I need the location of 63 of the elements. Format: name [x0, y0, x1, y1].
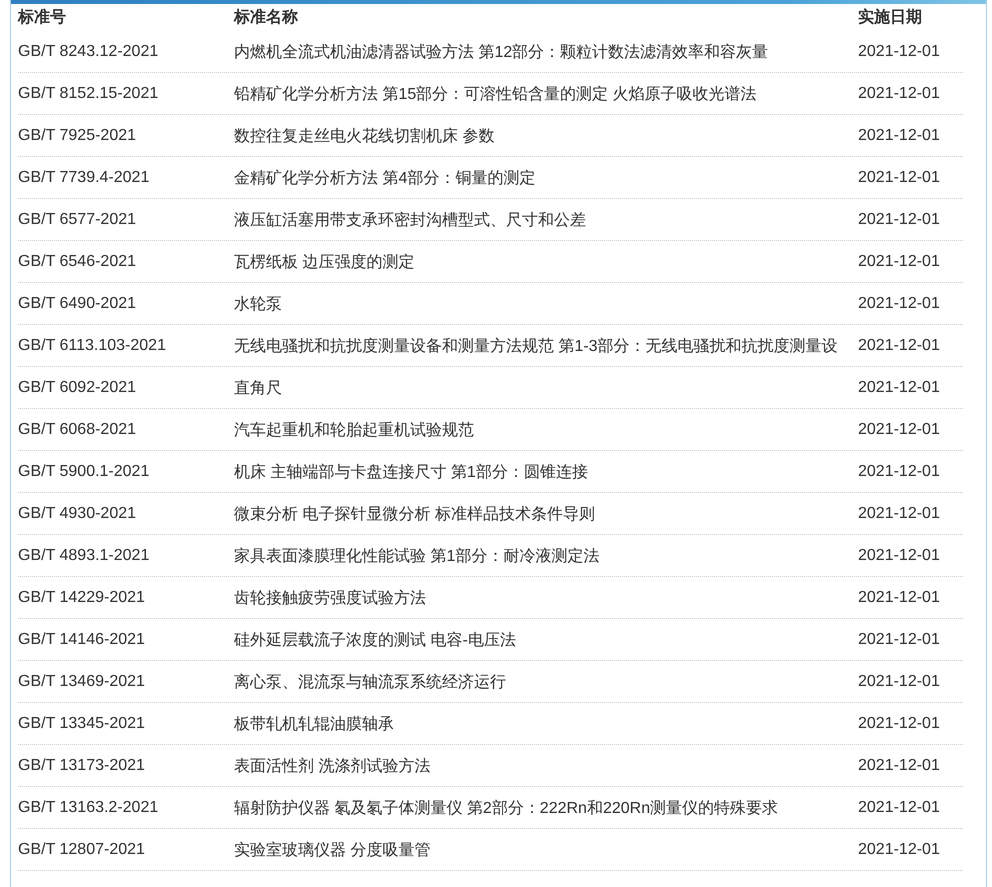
table-cell-text: 汽车起重机和轮胎起重机试验规范 [234, 420, 474, 441]
table-cell-text: 2021-12-01 [858, 462, 940, 482]
table-cell-text: 铅精矿化学分析方法 第15部分：可溶性铅含量的测定 火焰原子吸收光谱法 [234, 84, 757, 105]
table-cell-text: 2021-12-01 [858, 210, 940, 230]
table-cell-text: 2021-12-01 [858, 840, 940, 860]
table-cell-text: 2021-12-01 [858, 798, 940, 818]
table-cell-text: 机床 主轴端部与卡盘连接尺寸 第1部分：圆锥连接 [234, 462, 588, 483]
table-cell-text: GB/T 7739.4-2021 [18, 168, 150, 188]
table-cell-text: 金精矿化学分析方法 第4部分：铜量的测定 [234, 168, 536, 189]
table-cell-text: 2021-12-01 [858, 168, 940, 188]
table-cell-text: GB/T 6113.103-2021 [18, 336, 166, 356]
table-cell-text: GB/T 13163.2-2021 [18, 798, 158, 818]
table-cell-text: 2021-12-01 [858, 756, 940, 776]
table-cell-text: GB/T 14229-2021 [18, 588, 145, 608]
table-cell-text: 辐射防护仪器 氡及氡子体测量仪 第2部分：222Rn和220Rn测量仪的特殊要求 [234, 798, 778, 819]
table-cell-text: 内燃机全流式机油滤清器试验方法 第12部分：颗粒计数法滤清效率和容灰量 [234, 42, 768, 63]
table-cell-text: GB/T 6092-2021 [18, 378, 136, 398]
table-cell-text: 2021-12-01 [858, 546, 940, 566]
table-cell-text: GB/T 8152.15-2021 [18, 84, 158, 104]
table-cell-text: GB/T 14146-2021 [18, 630, 145, 650]
table-cell-text: 直角尺 [234, 378, 282, 399]
table-cell-text: 水轮泵 [234, 294, 282, 315]
table-cell-text: 2021-12-01 [858, 42, 940, 62]
table-cell-text: 齿轮接触疲劳强度试验方法 [234, 588, 426, 609]
table-cell-text: 2021-12-01 [858, 630, 940, 650]
column-header: 实施日期 [858, 7, 922, 28]
table-cell-text: GB/T 4893.1-2021 [18, 546, 150, 566]
table-cell-text: 表面活性剂 洗涤剂试验方法 [234, 756, 430, 777]
table-cell-text: 家具表面漆膜理化性能试验 第1部分：耐冷液测定法 [234, 546, 600, 567]
table-cell-text: GB/T 12807-2021 [18, 840, 145, 860]
table-cell-text: 2021-12-01 [858, 588, 940, 608]
table-cell-text: 2021-12-01 [858, 84, 940, 104]
table-cell-text: 数控往复走丝电火花线切割机床 参数 [234, 126, 494, 147]
table-cell-text: 2021-12-01 [858, 336, 940, 356]
table-cell-text: 硅外延层载流子浓度的测试 电容-电压法 [234, 630, 516, 651]
table-cell-text: GB/T 13345-2021 [18, 714, 145, 734]
table-cell-text: 实验室玻璃仪器 分度吸量管 [234, 840, 430, 861]
table-cell-text: 离心泵、混流泵与轴流泵系统经济运行 [234, 672, 506, 693]
table-cell-text: 2021-12-01 [858, 252, 940, 272]
table-cell-text: GB/T 13173-2021 [18, 756, 145, 776]
table-cell-text: GB/T 13469-2021 [18, 672, 145, 692]
table-cell-text: GB/T 6490-2021 [18, 294, 136, 314]
table-cell-text: GB/T 6068-2021 [18, 420, 136, 440]
table-cell-text: 2021-12-01 [858, 126, 940, 146]
table-cell-text: GB/T 7925-2021 [18, 126, 136, 146]
table-cell-text: 板带轧机轧辊油膜轴承 [234, 714, 394, 735]
column-header: 标准号 [18, 8, 66, 28]
column-header: 标准名称 [234, 8, 298, 28]
table-cell-text: GB/T 6577-2021 [18, 210, 136, 230]
table-cell-text: 2021-12-01 [858, 504, 940, 524]
table-cell-text: GB/T 5900.1-2021 [18, 462, 150, 482]
table-cell-text: 2021-12-01 [858, 420, 940, 440]
table-cell-text: GB/T 4930-2021 [18, 504, 136, 524]
table-cell-text: 液压缸活塞用带支承环密封沟槽型式、尺寸和公差 [234, 210, 586, 231]
table-cell-text: GB/T 6546-2021 [18, 252, 136, 272]
table-cell-text: 无线电骚扰和抗扰度测量设备和测量方法规范 第1-3部分：无线电骚扰和抗扰度测量设 [234, 336, 838, 357]
table-cell-text: 2021-12-01 [858, 672, 940, 692]
table-cell-text: 瓦楞纸板 边压强度的测定 [234, 252, 414, 273]
table-cell-text: 微束分析 电子探针显微分析 标准样品技术条件导则 [234, 504, 595, 525]
table-cell-text: 2021-12-01 [858, 378, 940, 398]
table-cell-text: GB/T 8243.12-2021 [18, 42, 158, 62]
table-cell-text: 2021-12-01 [858, 294, 940, 314]
table-cell-text: 2021-12-01 [858, 714, 940, 734]
